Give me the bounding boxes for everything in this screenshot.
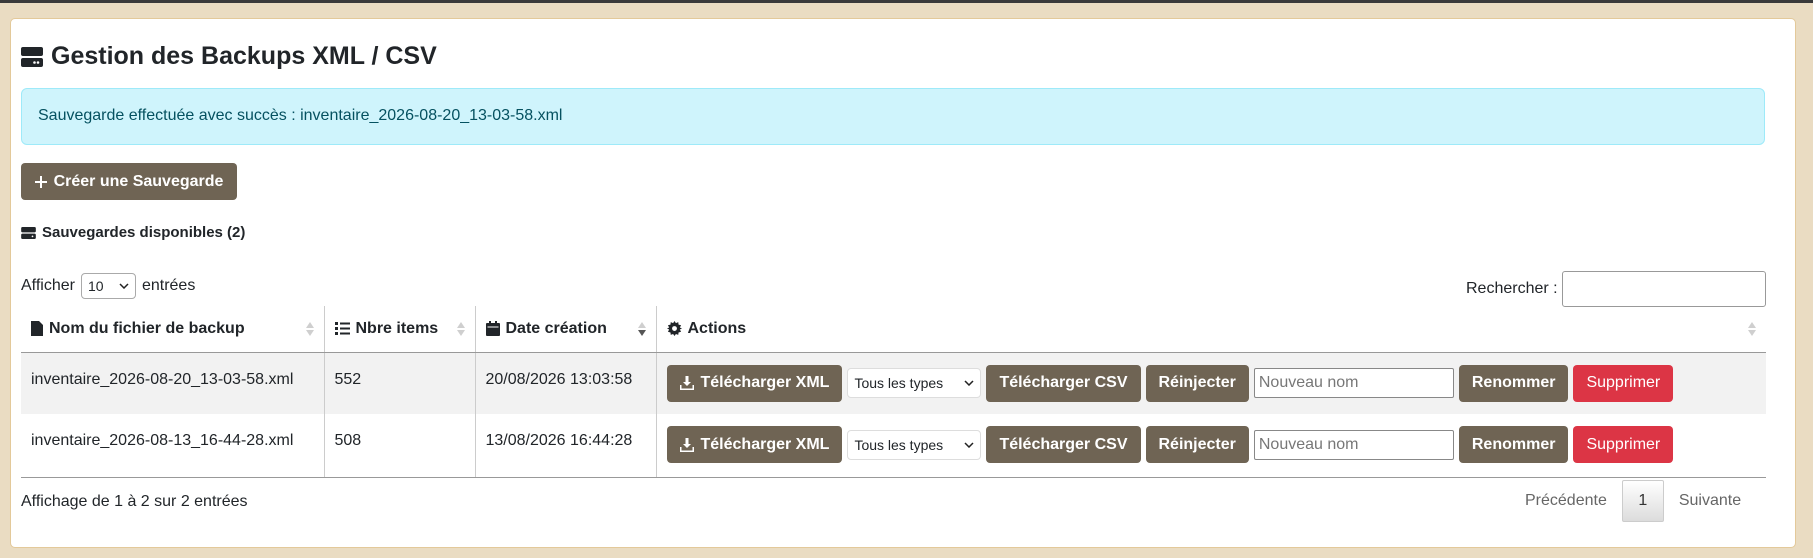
rename-label: Renommer <box>1471 435 1556 453</box>
window-top-border <box>0 0 1813 3</box>
length-suffix: entrées <box>141 277 196 294</box>
success-alert: Sauvegarde effectuée avec succès : inven… <box>21 88 1765 145</box>
calendar-icon <box>485 321 500 337</box>
page-length-select[interactable]: 10 <box>80 273 136 299</box>
download-csv-button[interactable]: Télécharger CSV <box>986 426 1141 463</box>
cell-actions: Télécharger XML Tous les types Télécharg… <box>656 352 1766 414</box>
table-row: inventaire_2026-08-20_13-03-58.xml 552 2… <box>21 352 1766 414</box>
section-title-text: Sauvegardes disponibles (2) <box>42 224 246 241</box>
rename-input[interactable]: Nouveau nom <box>1253 368 1454 398</box>
rename-label: Renommer <box>1471 374 1556 391</box>
table-header-row: Nom du fichier de backup Nbre items Date… <box>21 306 1766 353</box>
server-icon <box>21 226 36 239</box>
rename-placeholder: Nouveau nom <box>1258 374 1359 391</box>
alert-message: Sauvegarde effectuée avec succès : inven… <box>38 107 563 124</box>
gear-icon <box>666 321 682 337</box>
cell-actions: Télécharger XML Tous les types Télécharg… <box>656 414 1766 478</box>
pagination: Précédente 1 Suivante <box>1510 480 1756 522</box>
cell-file: inventaire_2026-08-20_13-03-58.xml <box>21 352 325 414</box>
file-icon <box>31 321 43 337</box>
download-xml-label: Télécharger XML <box>700 374 830 391</box>
create-backup-button[interactable]: Créer une Sauvegarde <box>21 163 237 200</box>
page-title-text: Gestion des Backups XML / CSV <box>51 42 437 70</box>
download-csv-label: Télécharger CSV <box>999 374 1128 391</box>
delete-label: Supprimer <box>1586 374 1661 391</box>
reinject-button[interactable]: Réinjecter <box>1145 364 1249 402</box>
column-header-items[interactable]: Nbre items <box>324 306 476 353</box>
column-header-label: Nom du fichier de backup <box>49 319 245 337</box>
sort-icon <box>1748 322 1756 336</box>
sort-icon <box>456 322 465 336</box>
download-xml-button[interactable]: Télécharger XML <box>666 426 843 463</box>
download-xml-button[interactable]: Télécharger XML <box>666 364 843 402</box>
type-select[interactable]: Tous les types <box>847 429 982 460</box>
sort-icon <box>637 322 646 336</box>
type-select-value: Tous les types <box>854 375 944 391</box>
rename-button[interactable]: Renommer <box>1458 426 1569 463</box>
page-length-control: Afficher 10 entrées <box>21 273 195 299</box>
search-input[interactable] <box>1561 271 1766 307</box>
length-prefix: Afficher <box>21 277 75 294</box>
pagination-next[interactable]: Suivante <box>1664 480 1756 522</box>
download-csv-button[interactable]: Télécharger CSV <box>986 364 1141 402</box>
cell-items: 552 <box>324 352 476 414</box>
reinject-label: Réinjecter <box>1158 435 1236 453</box>
delete-label: Supprimer <box>1586 435 1661 453</box>
plus-icon <box>34 175 47 188</box>
column-header-date[interactable]: Date création <box>475 306 657 353</box>
delete-button[interactable]: Supprimer <box>1573 426 1674 463</box>
download-xml-label: Télécharger XML <box>700 435 830 453</box>
delete-button[interactable]: Supprimer <box>1573 364 1674 402</box>
search-label: Rechercher : <box>1466 280 1558 297</box>
rename-input[interactable]: Nouveau nom <box>1253 429 1454 460</box>
cell-items: 508 <box>324 414 476 478</box>
create-backup-label: Créer une Sauvegarde <box>53 172 224 190</box>
server-icon <box>21 46 43 67</box>
page-length-value: 10 <box>87 278 104 294</box>
table-row: inventaire_2026-08-13_16-44-28.xml 508 1… <box>21 414 1766 478</box>
reinject-button[interactable]: Réinjecter <box>1145 426 1249 463</box>
column-header-label: Actions <box>687 319 747 337</box>
sort-icon <box>305 322 314 336</box>
download-csv-label: Télécharger CSV <box>999 435 1128 453</box>
rename-placeholder: Nouveau nom <box>1258 435 1359 453</box>
column-header-actions[interactable]: Actions <box>656 306 1766 353</box>
chevron-down-icon <box>964 380 974 386</box>
column-header-label: Nbre items <box>355 319 439 337</box>
backups-table: Nom du fichier de backup Nbre items Date… <box>21 306 1766 478</box>
type-select-value: Tous les types <box>854 436 944 453</box>
chevron-down-icon <box>119 283 129 289</box>
type-select[interactable]: Tous les types <box>847 368 982 398</box>
pagination-page-1[interactable]: 1 <box>1621 480 1664 522</box>
search-control: Rechercher : <box>1466 271 1766 307</box>
section-title: Sauvegardes disponibles (2) <box>21 224 245 241</box>
cell-file: inventaire_2026-08-13_16-44-28.xml <box>21 414 325 478</box>
pagination-previous[interactable]: Précédente <box>1510 480 1622 522</box>
table-info: Affichage de 1 à 2 sur 2 entrées <box>21 493 248 510</box>
download-icon <box>679 437 694 452</box>
rename-button[interactable]: Renommer <box>1458 364 1569 402</box>
chevron-down-icon <box>964 441 974 448</box>
column-header-label: Date création <box>505 319 607 337</box>
reinject-label: Réinjecter <box>1158 374 1236 391</box>
cell-date: 20/08/2026 13:03:58 <box>475 352 657 414</box>
page-title: Gestion des Backups XML / CSV <box>21 42 437 71</box>
download-icon <box>679 376 694 390</box>
column-header-file[interactable]: Nom du fichier de backup <box>21 306 325 353</box>
list-icon <box>334 322 350 336</box>
cell-date: 13/08/2026 16:44:28 <box>475 414 657 478</box>
